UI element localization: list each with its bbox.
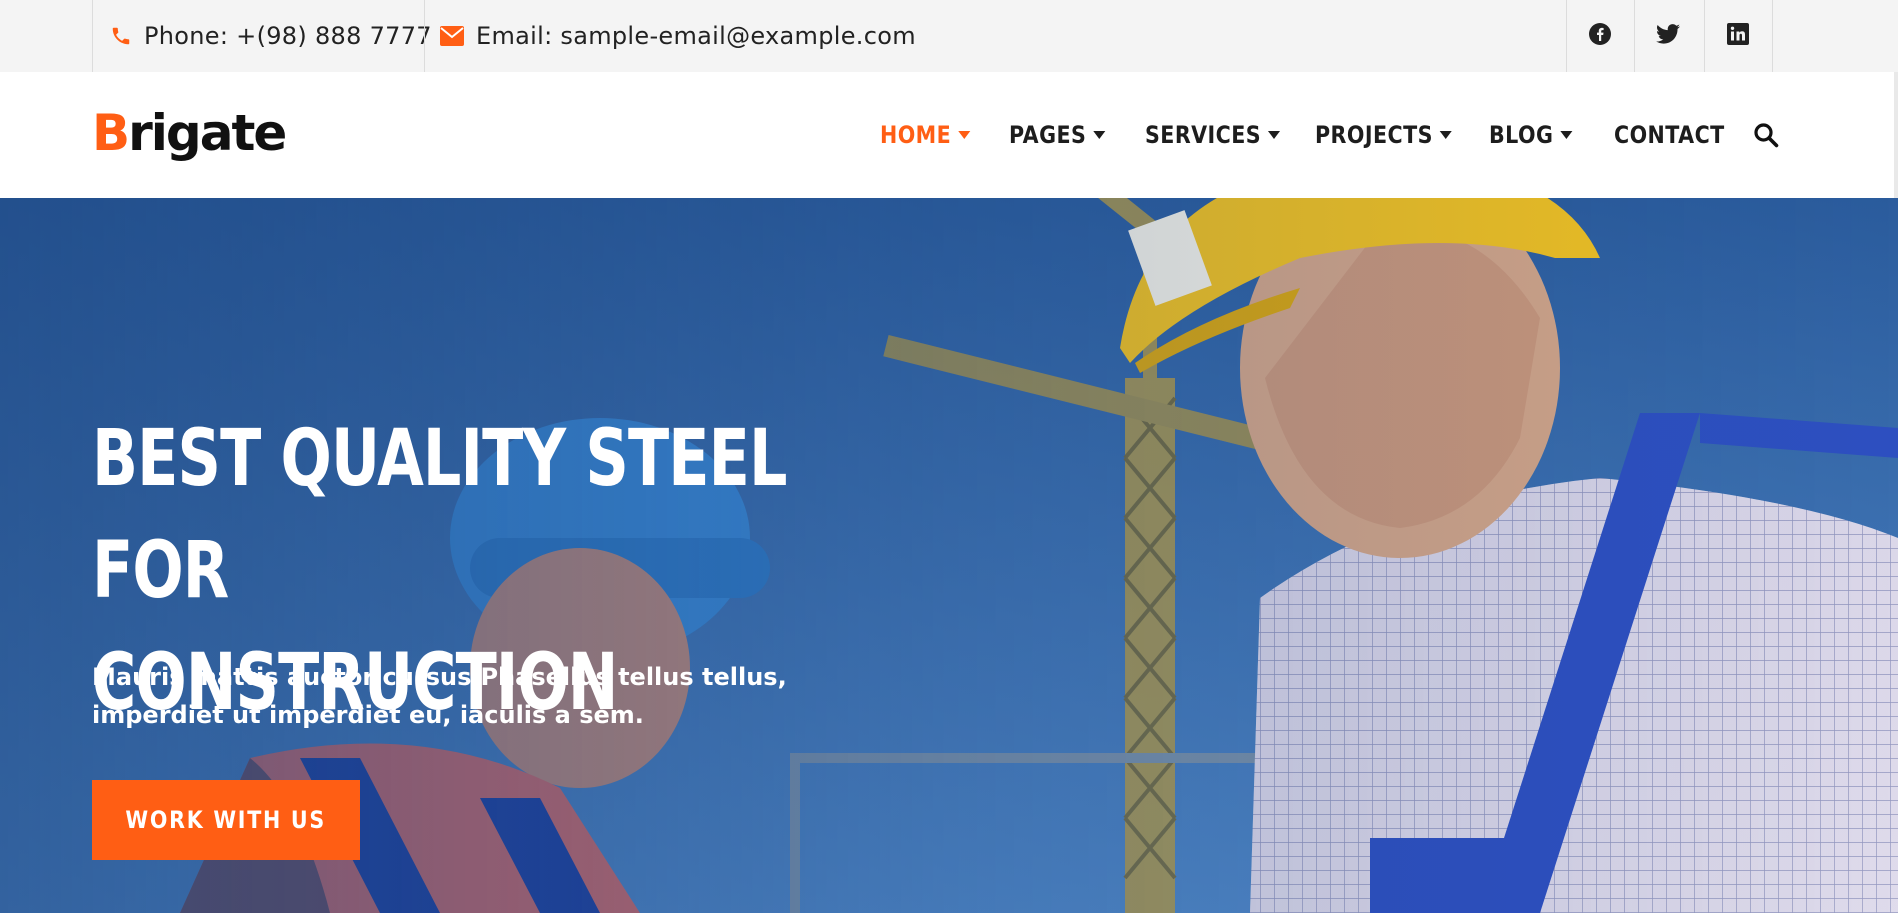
nav-label: HOME <box>880 121 952 149</box>
nav-item-contact[interactable]: CONTACT <box>1614 72 1725 198</box>
phone-icon <box>110 25 132 47</box>
top-info-bar: Phone: +(98) 888 7777 Email: sample-emai… <box>0 0 1898 73</box>
phone-contact[interactable]: Phone: +(98) 888 7777 <box>110 0 432 72</box>
topbar-divider <box>92 0 93 72</box>
phone-label: Phone: +(98) 888 7777 <box>144 22 432 50</box>
nav-label: SERVICES <box>1145 121 1262 149</box>
nav-item-blog[interactable]: BLOG <box>1489 72 1573 198</box>
email-contact[interactable]: Email: sample-email@example.com <box>440 0 916 72</box>
caret-down-icon <box>1093 131 1106 139</box>
cta-label: WORK WITH US <box>125 806 327 834</box>
linkedin-link[interactable] <box>1704 0 1772 72</box>
hero-banner: BEST QUALITY STEEL FOR CONSTRUCTION Maur… <box>0 198 1898 913</box>
hero-subtitle: Mauris mattis auctor cursus.Phasellus te… <box>92 663 787 729</box>
logo-text: rigate <box>128 104 287 162</box>
envelope-icon <box>440 26 464 46</box>
nav-label: PAGES <box>1009 121 1087 149</box>
caret-down-icon <box>1439 131 1452 139</box>
nav-label: PROJECTS <box>1315 121 1433 149</box>
hero-title-line: BEST QUALITY STEEL FOR <box>92 414 787 616</box>
search-icon <box>1753 123 1779 152</box>
caret-down-icon <box>1560 131 1573 139</box>
twitter-link[interactable] <box>1634 0 1702 72</box>
facebook-link[interactable] <box>1566 0 1634 72</box>
search-button[interactable] <box>1753 122 1781 150</box>
main-header: Brigate HOME PAGES SERVICES PROJECTS BLO… <box>0 72 1898 198</box>
nav-label: BLOG <box>1489 121 1554 149</box>
topbar-divider <box>1772 0 1773 72</box>
nav-item-services[interactable]: SERVICES <box>1145 72 1280 198</box>
work-with-us-button[interactable]: WORK WITH US <box>92 780 360 860</box>
nav-item-home[interactable]: HOME <box>880 72 971 198</box>
scrollbar[interactable] <box>1894 72 1898 198</box>
nav-item-pages[interactable]: PAGES <box>1009 72 1106 198</box>
linkedin-icon <box>1727 23 1749 49</box>
nav-label: CONTACT <box>1614 121 1725 149</box>
caret-down-icon <box>1267 131 1280 139</box>
logo-initial: B <box>92 104 130 162</box>
email-label: Email: sample-email@example.com <box>476 22 916 50</box>
facebook-icon <box>1588 22 1612 50</box>
twitter-icon <box>1656 24 1680 48</box>
brand-logo[interactable]: Brigate <box>92 108 287 158</box>
nav-item-projects[interactable]: PROJECTS <box>1315 72 1452 198</box>
topbar-divider <box>424 0 425 72</box>
caret-down-icon <box>958 131 971 139</box>
